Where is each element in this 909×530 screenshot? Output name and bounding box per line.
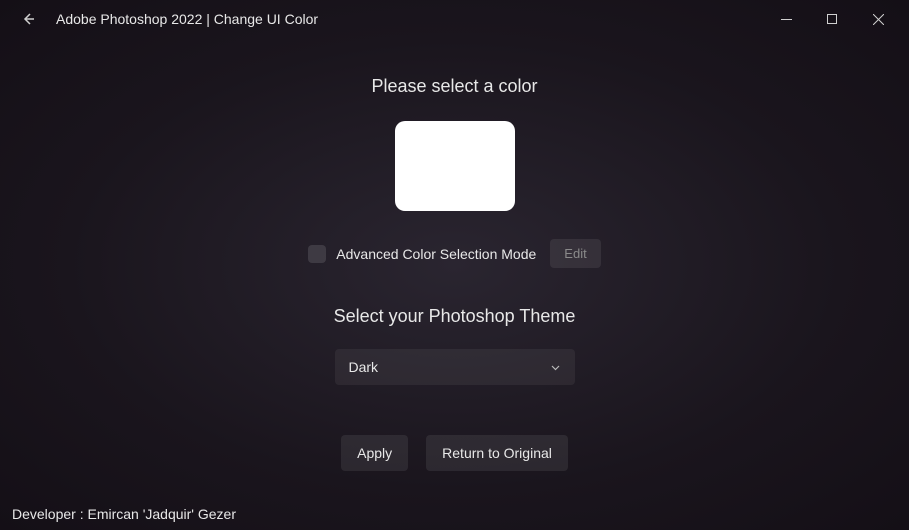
edit-button[interactable]: Edit: [550, 239, 600, 268]
advanced-row: Advanced Color Selection Mode Edit: [308, 239, 600, 268]
theme-select-value: Dark: [349, 359, 379, 375]
advanced-label: Advanced Color Selection Mode: [336, 246, 536, 262]
maximize-icon: [827, 14, 837, 24]
minimize-button[interactable]: [763, 4, 809, 34]
maximize-button[interactable]: [809, 4, 855, 34]
close-button[interactable]: [855, 4, 901, 34]
theme-heading: Select your Photoshop Theme: [334, 306, 576, 327]
window-title: Adobe Photoshop 2022 | Change UI Color: [56, 11, 318, 27]
advanced-checkbox[interactable]: [308, 245, 326, 263]
close-icon: [873, 14, 884, 25]
color-heading: Please select a color: [371, 76, 537, 97]
main-content: Please select a color Advanced Color Sel…: [0, 38, 909, 471]
arrow-left-icon: [20, 11, 36, 27]
chevron-down-icon: [550, 362, 561, 373]
back-button[interactable]: [14, 5, 42, 33]
color-swatch[interactable]: [395, 121, 515, 211]
theme-select[interactable]: Dark: [335, 349, 575, 385]
return-button[interactable]: Return to Original: [426, 435, 568, 471]
titlebar: Adobe Photoshop 2022 | Change UI Color: [0, 0, 909, 38]
developer-credit: Developer : Emircan 'Jadquir' Gezer: [12, 506, 236, 522]
window-controls: [763, 4, 901, 34]
minimize-icon: [781, 14, 792, 25]
action-row: Apply Return to Original: [341, 435, 568, 471]
apply-button[interactable]: Apply: [341, 435, 408, 471]
